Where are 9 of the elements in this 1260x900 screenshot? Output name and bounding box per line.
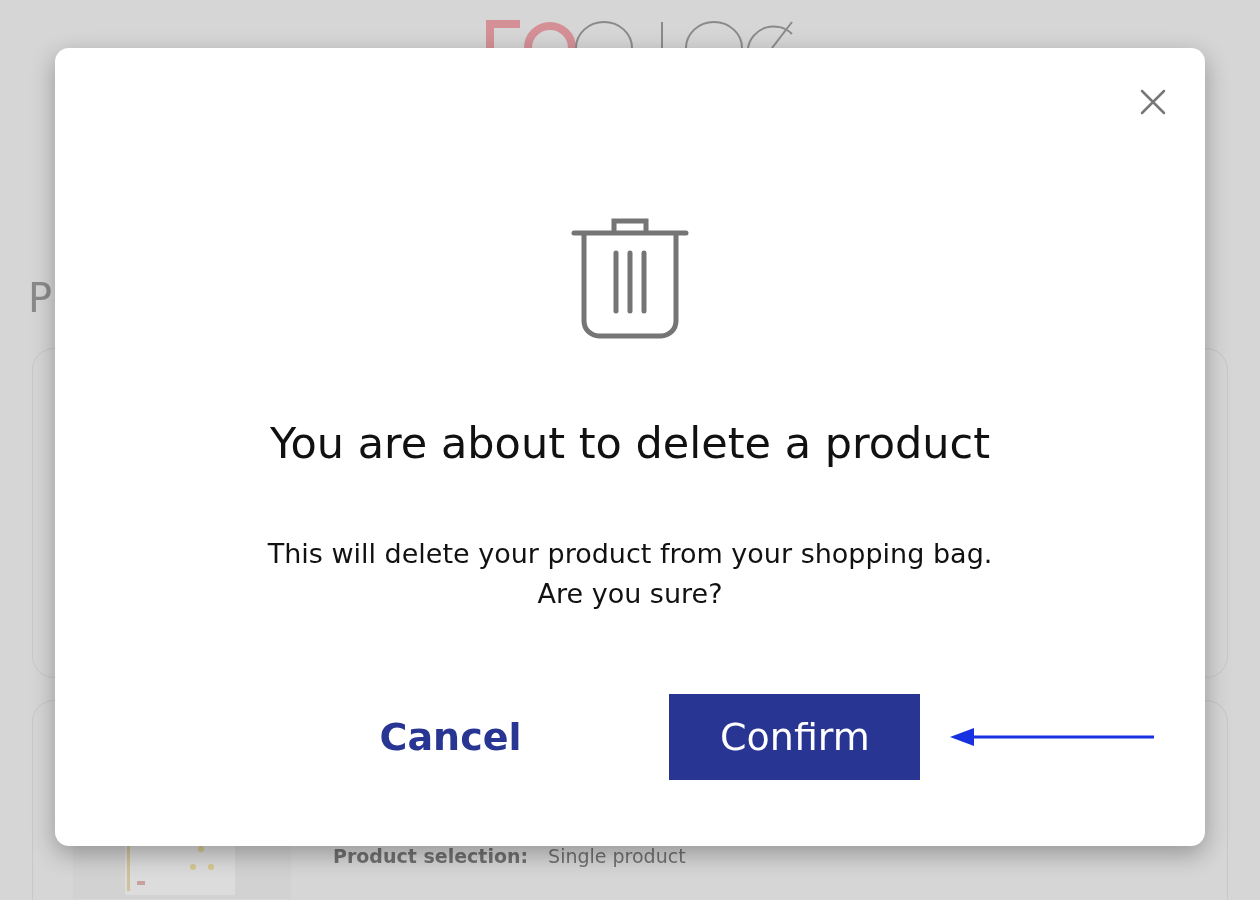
dialog-title: You are about to delete a product [269, 418, 991, 468]
detail-value: Single product [548, 845, 686, 867]
cancel-button[interactable]: Cancel [379, 694, 522, 780]
confirm-button[interactable]: Confirm [669, 694, 921, 780]
trash-icon [571, 216, 689, 340]
page-heading: P [28, 278, 53, 318]
dialog-message: This will delete your product from your shopping bag. Are you sure? [267, 537, 993, 611]
detail-label: Product selection: [333, 845, 529, 867]
close-button[interactable] [1139, 88, 1167, 116]
